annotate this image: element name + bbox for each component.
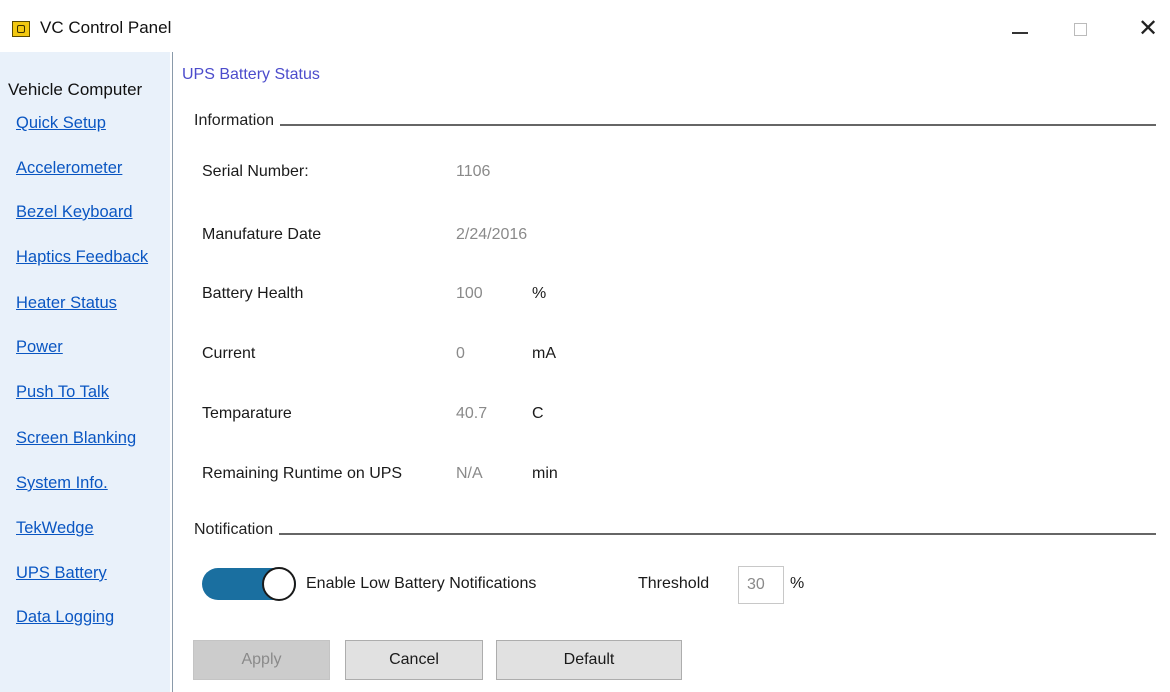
- page-title: UPS Battery Status: [182, 66, 320, 83]
- temperature-label: Temparature: [202, 405, 292, 422]
- toggle-knob: [262, 567, 296, 601]
- threshold-unit: %: [790, 575, 805, 592]
- sidebar-item-system-info[interactable]: System Info.: [16, 474, 108, 493]
- window-title: VC Control Panel: [40, 18, 172, 37]
- serial-number-value: 1106: [456, 163, 491, 180]
- sidebar-heading: Vehicle Computer: [8, 80, 143, 99]
- manufacture-date-value: 2/24/2016: [456, 226, 528, 243]
- battery-health-label: Battery Health: [202, 285, 304, 302]
- close-button[interactable]: ✕: [1128, 14, 1168, 44]
- sidebar: Vehicle Computer Quick Setup Acceleromet…: [0, 52, 170, 692]
- remaining-runtime-label: Remaining Runtime on UPS: [202, 465, 403, 482]
- sidebar-item-power[interactable]: Power: [16, 338, 63, 357]
- minimize-icon: [1012, 32, 1028, 34]
- information-group-line: [196, 124, 1156, 126]
- manufacture-date-label: Manufature Date: [202, 226, 322, 243]
- battery-health-value: 100: [456, 285, 483, 302]
- serial-number-label: Serial Number:: [202, 163, 309, 180]
- sidebar-item-tekwedge[interactable]: TekWedge: [16, 519, 94, 538]
- close-icon: ✕: [1137, 15, 1159, 42]
- maximize-button[interactable]: [1060, 14, 1100, 44]
- title-bar: VC Control Panel ✕: [0, 0, 1170, 52]
- sidebar-divider: [172, 52, 173, 692]
- sidebar-item-push-to-talk[interactable]: Push To Talk: [16, 383, 109, 402]
- cancel-button[interactable]: Cancel: [345, 640, 483, 680]
- low-battery-notification-label: Enable Low Battery Notifications: [306, 575, 537, 592]
- notification-group-label: Notification: [194, 521, 280, 539]
- threshold-label: Threshold: [638, 575, 710, 592]
- battery-health-unit: %: [532, 285, 547, 302]
- vc-app-icon: [12, 21, 30, 37]
- threshold-input[interactable]: [738, 566, 784, 604]
- sidebar-item-quick-setup[interactable]: Quick Setup: [16, 114, 106, 133]
- maximize-icon: [1073, 22, 1087, 36]
- sidebar-item-ups-battery[interactable]: UPS Battery: [16, 564, 107, 583]
- sidebar-item-data-logging[interactable]: Data Logging: [16, 608, 114, 627]
- low-battery-notification-toggle[interactable]: [202, 567, 296, 601]
- information-group-label: Information: [194, 112, 281, 130]
- sidebar-item-accelerometer[interactable]: Accelerometer: [16, 159, 122, 178]
- sidebar-item-heater-status[interactable]: Heater Status: [16, 294, 117, 313]
- remaining-runtime-value: N/A: [456, 465, 483, 482]
- temperature-unit: C: [532, 405, 544, 422]
- sidebar-item-bezel-keyboard[interactable]: Bezel Keyboard: [16, 203, 133, 222]
- sidebar-item-haptics-feedback[interactable]: Haptics Feedback: [16, 248, 148, 267]
- apply-button[interactable]: Apply: [193, 640, 330, 680]
- notification-group-line: [196, 533, 1156, 535]
- current-value: 0: [456, 345, 465, 362]
- temperature-value: 40.7: [456, 405, 488, 422]
- default-button[interactable]: Default: [496, 640, 682, 680]
- minimize-button[interactable]: [1000, 14, 1040, 44]
- sidebar-item-screen-blanking[interactable]: Screen Blanking: [16, 429, 136, 448]
- remaining-runtime-unit: min: [532, 465, 558, 482]
- current-unit: mA: [532, 345, 556, 362]
- current-label: Current: [202, 345, 256, 362]
